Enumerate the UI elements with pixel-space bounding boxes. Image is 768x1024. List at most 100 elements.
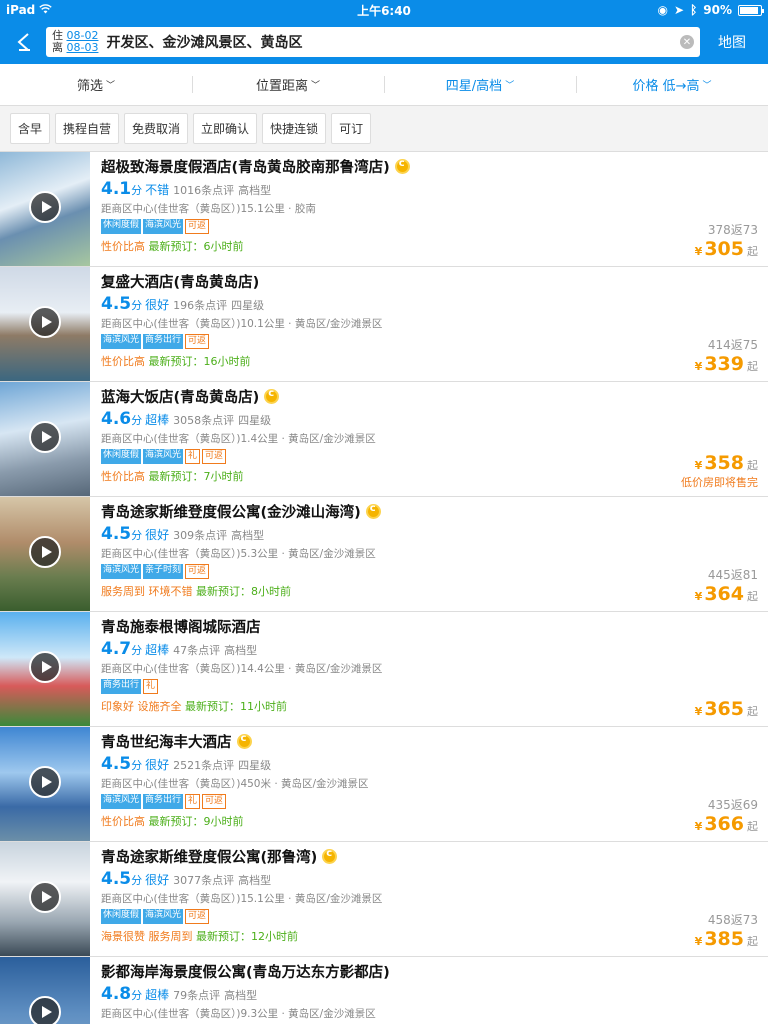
clear-icon[interactable]: ✕ <box>680 35 694 49</box>
score: 4.5 <box>101 869 132 889</box>
last-booking: 最新预订：9小时前 <box>148 815 244 828</box>
price-area: 435返69 ¥366 起 <box>695 796 758 835</box>
hotel-promo: 性价比高 最新预订：16小时前 <box>101 353 758 369</box>
play-icon[interactable] <box>29 881 61 913</box>
hotel-row[interactable]: 超极致海景度假酒店(青岛黄岛胶南那鲁湾店) 4.1 分 不错 1016条点评 高… <box>0 152 768 267</box>
hotel-name-text: 青岛世纪海丰大酒店 <box>101 735 232 751</box>
chip-breakfast[interactable]: 含早 <box>10 113 51 144</box>
hotel-row[interactable]: 青岛途家斯维登度假公寓(金沙滩山海湾) 4.5 分 很好 309条点评 高档型 … <box>0 497 768 612</box>
play-icon[interactable] <box>29 766 61 798</box>
review-count: 196条点评 <box>173 299 228 312</box>
hotel-address: 距商区中心(佳世客（黄岛区）)15.1公里 · 胶南 <box>101 203 316 215</box>
price-suffix: 起 <box>747 360 758 373</box>
benefit-tag: 礼 <box>185 449 201 464</box>
score-unit: 分 <box>131 644 143 657</box>
hotel-row[interactable]: 蓝海大饭店(青岛黄岛店) 4.6 分 超棒 3058条点评 四星级 距商区中心(… <box>0 382 768 497</box>
feature-tag: 海滨风光 <box>101 564 142 579</box>
filter-star[interactable]: 四星/高档 ﹀ <box>384 64 576 105</box>
hotel-rating: 4.8 分 超棒 79条点评 高档型 <box>101 984 758 1004</box>
hotel-name: 青岛世纪海丰大酒店 <box>101 731 758 752</box>
promo-highlight: 服务周到 环境不错 <box>101 585 193 598</box>
price: ¥364 起 <box>695 583 758 605</box>
price-area: ¥358 起 低价房即将售完 <box>681 452 758 490</box>
checkout-label: 离 <box>52 41 63 54</box>
feature-tag: 休闲度假 <box>101 909 142 924</box>
filter-screen[interactable]: 筛选 ﹀ <box>0 64 192 105</box>
benefit-tag: 礼 <box>185 794 201 809</box>
price-suffix: 起 <box>747 705 758 718</box>
feature-tag: 海滨风光 <box>143 909 184 924</box>
hotel-info: 复盛大酒店(青岛黄岛店) 4.5 分 很好 196条点评 四星级 距商区中心(佳… <box>90 267 768 381</box>
hotel-thumbnail[interactable] <box>0 152 90 266</box>
play-icon[interactable] <box>29 306 61 338</box>
hotel-thumbnail[interactable] <box>0 267 90 381</box>
hotel-name: 青岛途家斯维登度假公寓(那鲁湾) <box>101 846 758 867</box>
filter-price[interactable]: 价格 低→高 ﹀ <box>576 64 768 105</box>
hotel-row[interactable]: 青岛世纪海丰大酒店 4.5 分 很好 2521条点评 四星级 距商区中心(佳世客… <box>0 727 768 842</box>
checkout-date[interactable]: 08-03 <box>67 41 99 54</box>
chip-available[interactable]: 可订 <box>331 113 372 144</box>
hotel-name-text: 青岛途家斯维登度假公寓(金沙滩山海湾) <box>101 505 361 521</box>
rating-level: 超棒 <box>145 988 170 1002</box>
hotel-thumbnail[interactable] <box>0 612 90 726</box>
hotel-type: 四星级 <box>238 759 272 772</box>
currency-symbol: ¥ <box>694 935 703 948</box>
lock-rotation-icon: ◉ <box>657 3 668 17</box>
date-range[interactable]: 住 08-02 离 08-03 <box>52 30 98 54</box>
back-button[interactable] <box>8 26 40 58</box>
play-icon[interactable] <box>29 421 61 453</box>
price-suffix: 起 <box>747 935 758 948</box>
hotel-rating: 4.6 分 超棒 3058条点评 四星级 <box>101 409 758 429</box>
score: 4.8 <box>101 984 132 1004</box>
play-icon[interactable] <box>29 536 61 568</box>
low-stock-warning: 低价房即将售完 <box>681 476 758 489</box>
benefit-tag: 可返 <box>202 449 227 464</box>
currency-symbol: ¥ <box>694 459 703 472</box>
hotel-row[interactable]: 复盛大酒店(青岛黄岛店) 4.5 分 很好 196条点评 四星级 距商区中心(佳… <box>0 267 768 382</box>
chip-chain[interactable]: 快捷连锁 <box>262 113 327 144</box>
benefit-tag: 礼 <box>143 679 159 694</box>
hotel-thumbnail[interactable] <box>0 957 90 1024</box>
hotel-promo: 海景很赞 服务周到 最新预订：12小时前 <box>101 928 758 944</box>
hotel-info: 青岛途家斯维登度假公寓(金沙滩山海湾) 4.5 分 很好 309条点评 高档型 … <box>90 497 768 611</box>
hotel-row[interactable]: 青岛施泰根博阁城际酒店 4.7 分 超棒 47条点评 高档型 距商区中心(佳世客… <box>0 612 768 727</box>
map-button[interactable]: 地图 <box>718 32 746 52</box>
benefit-tag: 可返 <box>202 794 227 809</box>
hotel-promo: 性价比高 最新预订：9小时前 <box>101 813 758 829</box>
price-value: 365 <box>704 698 744 720</box>
hotel-tags: 休闲度假 海滨风光 可返 <box>101 219 758 234</box>
chevron-down-icon: ﹀ <box>106 81 116 91</box>
review-count: 1016条点评 <box>173 184 235 197</box>
hotel-thumbnail[interactable] <box>0 382 90 496</box>
hotel-row[interactable]: 影都海岸海景度假公寓(青岛万达东方影都店) 4.8 分 超棒 79条点评 高档型… <box>0 957 768 1024</box>
hotel-thumbnail[interactable] <box>0 727 90 841</box>
chip-instant-confirm[interactable]: 立即确认 <box>193 113 258 144</box>
hotel-name-text: 复盛大酒店(青岛黄岛店) <box>101 275 260 291</box>
benefit-tag: 可返 <box>185 219 210 234</box>
last-booking: 最新预订：11小时前 <box>185 700 287 713</box>
filter-location[interactable]: 位置距离 ﹀ <box>192 64 384 105</box>
last-booking: 最新预订：6小时前 <box>148 240 244 253</box>
hotel-name: 超极致海景度假酒店(青岛黄岛胶南那鲁湾店) <box>101 156 758 177</box>
chip-ctrip-self[interactable]: 携程自营 <box>55 113 120 144</box>
hotel-info: 青岛施泰根博阁城际酒店 4.7 分 超棒 47条点评 高档型 距商区中心(佳世客… <box>90 612 768 726</box>
search-box[interactable]: 住 08-02 离 08-03 开发区、金沙滩风景区、黄岛区 ✕ <box>46 27 700 57</box>
hotel-rating: 4.5 分 很好 196条点评 四星级 <box>101 294 758 314</box>
score-unit: 分 <box>131 759 143 772</box>
hotel-name-text: 超极致海景度假酒店(青岛黄岛胶南那鲁湾店) <box>101 160 390 176</box>
back-arrow-icon <box>17 33 30 51</box>
hotel-address: 距商区中心(佳世客（黄岛区）)14.4公里 · 黄岛区/金沙滩景区 <box>101 663 383 675</box>
price-area: ¥365 起 <box>695 698 758 720</box>
hotel-thumbnail[interactable] <box>0 842 90 956</box>
feature-tag: 亲子时刻 <box>143 564 184 579</box>
price-area: 458返73 ¥385 起 <box>695 911 758 950</box>
search-query[interactable]: 开发区、金沙滩风景区、黄岛区 <box>106 32 680 52</box>
hotel-row[interactable]: 青岛途家斯维登度假公寓(那鲁湾) 4.5 分 很好 3077条点评 高档型 距商… <box>0 842 768 957</box>
chip-free-cancel[interactable]: 免费取消 <box>124 113 189 144</box>
play-icon[interactable] <box>29 191 61 223</box>
filter-label: 位置距离 <box>255 79 308 94</box>
hotel-rating: 4.1 分 不错 1016条点评 高档型 <box>101 179 758 199</box>
hotel-thumbnail[interactable] <box>0 497 90 611</box>
play-icon[interactable] <box>29 996 61 1024</box>
play-icon[interactable] <box>29 651 61 683</box>
